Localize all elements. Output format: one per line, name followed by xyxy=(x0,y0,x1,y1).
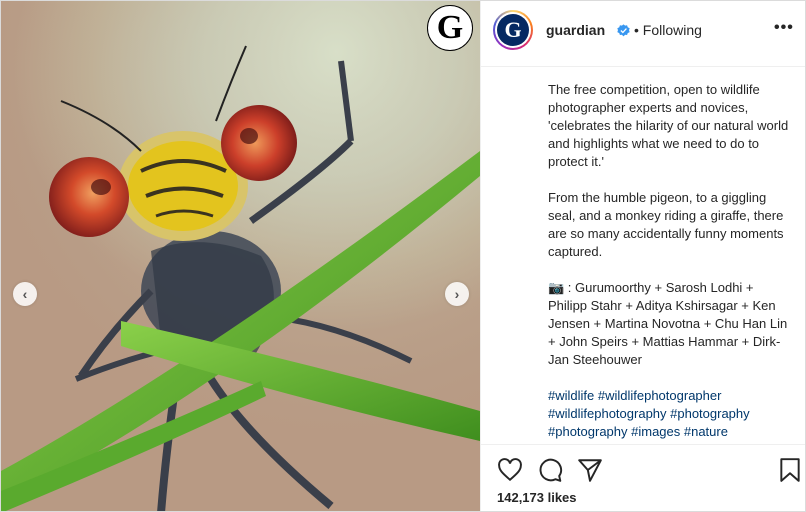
guardian-logo-overlay: G xyxy=(427,5,473,51)
post-actions-bar: 142,173 likes xyxy=(481,444,805,511)
comment-icon[interactable] xyxy=(537,457,563,483)
post-header: G guardian • Following ••• xyxy=(481,1,805,67)
caption-paragraph-2: From the humble pigeon, to a giggling se… xyxy=(548,190,788,259)
bookmark-icon[interactable] xyxy=(777,457,803,483)
post-caption: The free competition, open to wildlife p… xyxy=(548,81,796,459)
chevron-right-icon: › xyxy=(454,286,460,302)
carousel-next-button[interactable]: › xyxy=(445,282,469,306)
caption-credits: 📷 : Gurumoorthy + Sarosh Lodhi + Philipp… xyxy=(548,280,791,367)
post-photo[interactable] xyxy=(1,1,480,511)
avatar: G xyxy=(497,14,529,46)
likes-count[interactable]: 142,173 likes xyxy=(497,490,577,505)
following-button[interactable]: • Following xyxy=(634,22,702,38)
chevron-left-icon: ‹ xyxy=(22,286,28,302)
heart-icon[interactable] xyxy=(497,457,523,483)
instagram-post-window: G ‹ › G guardian • Following ••• The fre… xyxy=(0,0,806,512)
avatar-letter: G xyxy=(504,17,522,42)
caption-hashtags[interactable]: #wildlife #wildlifephotographer #wildlif… xyxy=(548,387,796,441)
carousel-prev-button[interactable]: ‹ xyxy=(13,282,37,306)
verified-badge-icon xyxy=(617,24,630,37)
more-options-icon[interactable]: ••• xyxy=(774,19,794,37)
post-details-panel: G guardian • Following ••• The free comp… xyxy=(480,1,805,511)
story-ring[interactable]: G xyxy=(493,10,533,50)
damselfly-illustration xyxy=(1,1,480,511)
share-icon[interactable] xyxy=(577,457,603,483)
guardian-logo-letter: G xyxy=(436,9,464,46)
username-link[interactable]: guardian xyxy=(546,22,605,38)
caption-paragraph-1: The free competition, open to wildlife p… xyxy=(548,82,792,169)
